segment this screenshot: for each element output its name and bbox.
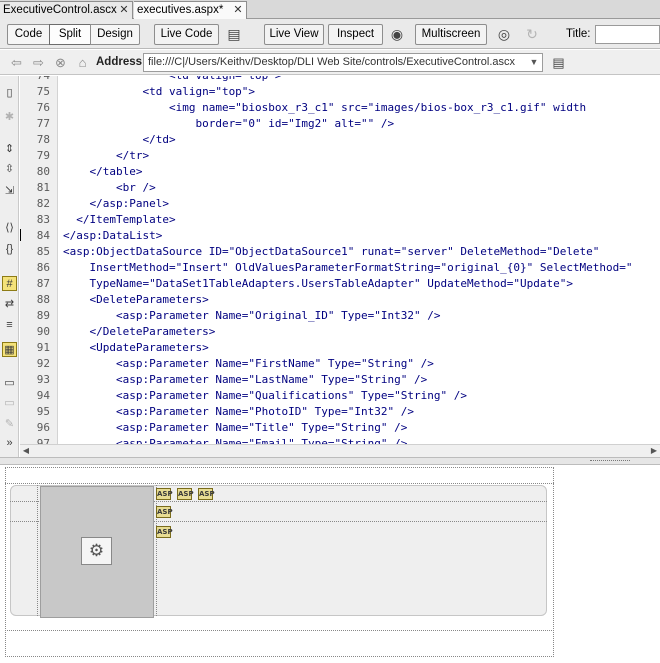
resize-grip[interactable] — [590, 460, 630, 462]
design-view-button[interactable]: Design — [90, 24, 140, 45]
close-icon[interactable]: ✕ — [118, 4, 130, 16]
image-placeholder-icon: ⚙ — [81, 537, 112, 565]
close-icon[interactable]: ✕ — [232, 4, 244, 16]
coding-toolbar: ▯ ✱ ⇕ ⇳ ⇲ ⟨⟩ {} # ⇄ ≡ ▦ ▭ ▭ ✎ » — [0, 76, 19, 457]
syntax-coloring-icon[interactable]: ▦ — [2, 342, 17, 357]
split-view-divider[interactable] — [0, 457, 660, 465]
code-view-button[interactable]: Code — [7, 24, 50, 45]
tab-executives-aspx[interactable]: executives.aspx* ✕ — [134, 1, 247, 19]
datalist-border — [5, 467, 554, 468]
scroll-right-icon[interactable]: ▶ — [648, 445, 660, 457]
remove-comment-icon[interactable]: ▭ — [2, 396, 17, 411]
forward-arrow-icon[interactable]: ⇨ — [30, 54, 47, 71]
asp-label-icon[interactable]: ASP — [177, 488, 194, 500]
tab-executivecontrol-ascx[interactable]: ExecutiveControl.ascx ✕ — [0, 1, 133, 19]
address-bar: ⇦ ⇨ ⊗ ⌂ Address: file:///C|/Users/Keithv… — [0, 50, 660, 75]
asp-label-icon[interactable]: ASP — [156, 506, 173, 518]
datalist-border — [5, 656, 554, 657]
datalist-border — [5, 483, 554, 484]
table-cell-border — [37, 485, 38, 616]
check-browser-compatibility-icon[interactable]: ▤ — [224, 25, 244, 44]
open-documents-icon[interactable]: ▯ — [2, 86, 17, 101]
document-tab-bar: ExecutiveControl.ascx ✕ executives.aspx*… — [0, 0, 660, 19]
expand-all-icon[interactable]: ⇲ — [2, 184, 17, 199]
live-code-button[interactable]: Live Code — [154, 24, 219, 45]
address-label: Address: — [96, 56, 146, 68]
collapse-full-tag-icon[interactable]: ⇕ — [2, 142, 17, 157]
asp-label-icon[interactable]: ASP — [198, 488, 215, 500]
wrap-tag-icon[interactable]: ✎ — [2, 417, 17, 432]
asp-label-icon[interactable]: ASP — [156, 488, 173, 500]
globe-icon[interactable]: ◉ — [387, 25, 407, 44]
title-input[interactable] — [595, 25, 660, 44]
home-icon[interactable]: ⌂ — [74, 54, 91, 71]
address-input[interactable]: file:///C|/Users/Keithv/Desktop/DLI Web … — [143, 53, 543, 72]
visual-aids-icon[interactable]: ◎ — [494, 25, 514, 44]
multiscreen-button[interactable]: Multiscreen — [415, 24, 487, 45]
design-view[interactable]: ⚙ ASP ASP ASP ASP ASP — [0, 466, 660, 663]
datalist-border — [5, 630, 554, 631]
select-parent-tag-icon[interactable]: ⟨⟩ — [2, 221, 17, 236]
table-cell-border — [156, 485, 157, 616]
line-numbers-icon[interactable]: # — [2, 276, 17, 291]
refresh-icon[interactable]: ↻ — [522, 25, 542, 44]
title-label: Title: — [566, 28, 591, 40]
apply-comment-icon[interactable]: ▭ — [2, 376, 17, 391]
document-toolbar: Code Split Design Live Code ▤ Live View … — [0, 19, 660, 49]
collapse-selection-icon[interactable]: ⇳ — [2, 162, 17, 177]
split-view-button[interactable]: Split — [49, 24, 91, 45]
more-options-icon[interactable]: » — [2, 436, 17, 451]
code-line: 84 </asp:DataList> — [20, 228, 162, 244]
live-view-button[interactable]: Live View — [264, 24, 324, 45]
word-wrap-icon[interactable]: ≡ — [2, 318, 17, 333]
inspect-button[interactable]: Inspect — [328, 24, 383, 45]
scroll-left-icon[interactable]: ◀ — [20, 445, 32, 457]
asp-label-icon[interactable]: ASP — [156, 526, 173, 538]
browse-list-icon[interactable]: ▤ — [550, 54, 567, 71]
horizontal-scrollbar[interactable]: ◀ ▶ — [20, 444, 660, 457]
back-arrow-icon[interactable]: ⇦ — [8, 54, 25, 71]
address-value: file:///C|/Users/Keithv/Desktop/DLI Web … — [148, 56, 516, 68]
chevron-down-icon[interactable]: ▼ — [528, 55, 540, 70]
balance-braces-icon[interactable]: {} — [2, 242, 17, 257]
tab-label: ExecutiveControl.ascx — [3, 4, 117, 16]
code-view[interactable]: 74 <td valign="top"> 75 <td valign="top"… — [20, 76, 660, 444]
stop-icon[interactable]: ⊗ — [52, 54, 69, 71]
show-code-navigator-icon[interactable]: ✱ — [2, 110, 17, 125]
highlight-invalid-code-icon[interactable]: ⇄ — [2, 297, 17, 312]
tab-label: executives.aspx* — [137, 4, 224, 16]
